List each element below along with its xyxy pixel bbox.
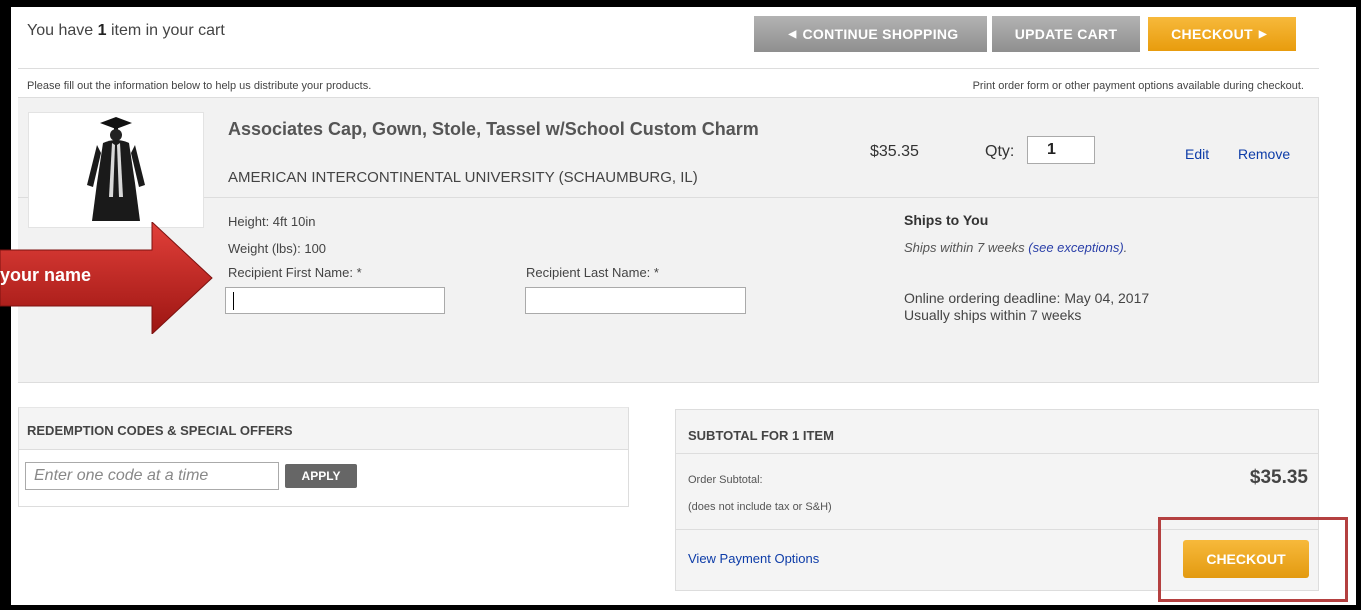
remove-link[interactable]: Remove xyxy=(1238,146,1290,162)
redemption-panel: REDEMPTION CODES & SPECIAL OFFERS Enter … xyxy=(18,407,629,507)
product-title: Associates Cap, Gown, Stole, Tassel w/Sc… xyxy=(228,119,759,139)
apply-button[interactable]: APPLY xyxy=(285,464,357,488)
subtotal-amount: $35.35 xyxy=(1249,467,1308,488)
triangle-left-icon: ◀ xyxy=(788,28,797,40)
last-name-label: Recipient Last Name: * xyxy=(526,265,659,280)
redemption-title: REDEMPTION CODES & SPECIAL OFFERS xyxy=(19,408,628,450)
order-subtotal-label: Order Subtotal: xyxy=(688,474,763,486)
tax-note: (does not include tax or S&H) xyxy=(688,501,832,513)
info-right-text: Print order form or other payment option… xyxy=(972,80,1304,92)
item-price: $35.35 xyxy=(870,143,919,160)
checkout-highlight-box xyxy=(1158,517,1348,602)
triangle-right-icon: ▶ xyxy=(1258,28,1267,40)
checkout-button-top[interactable]: CHECKOUT ▶ xyxy=(1147,16,1297,52)
frame-top-border xyxy=(0,0,1361,7)
view-payment-options-link[interactable]: View Payment Options xyxy=(688,551,819,566)
cart-title: You have 1 item in your cart xyxy=(27,22,225,40)
info-left-text: Please fill out the information below to… xyxy=(27,80,372,92)
weight-spec: Weight (lbs): 100 xyxy=(228,241,327,256)
qty-label: Qty: xyxy=(985,143,1015,160)
graduation-gown-icon xyxy=(87,117,145,221)
callout-label: your name xyxy=(0,265,92,285)
cart-item-count: 1 xyxy=(97,22,107,39)
redemption-code-input[interactable]: Enter one code at a time xyxy=(25,462,279,490)
continue-shopping-label: CONTINUE SHOPPING xyxy=(802,26,959,42)
usually-ships-text: Usually ships within 7 weeks xyxy=(904,307,1082,323)
ships-within: Ships within 7 weeks (see exceptions). xyxy=(904,240,1127,255)
deadline-text: Online ordering deadline: May 04, 2017 xyxy=(904,290,1150,306)
cart-title-suffix: item in your cart xyxy=(106,22,225,39)
height-spec: Height: 4ft 10in xyxy=(228,214,316,229)
frame-right-border xyxy=(1356,0,1361,610)
checkout-top-label: CHECKOUT xyxy=(1171,26,1253,42)
info-bar: Please fill out the information below to… xyxy=(18,68,1319,98)
last-name-input[interactable] xyxy=(525,287,746,314)
update-cart-button[interactable]: UPDATE CART xyxy=(992,16,1140,52)
continue-shopping-button[interactable]: ◀ CONTINUE SHOPPING xyxy=(754,16,987,52)
ships-title: Ships to You xyxy=(904,212,989,228)
frame-bottom-border xyxy=(0,605,1361,610)
see-exceptions-link[interactable]: (see exceptions) xyxy=(1028,240,1123,255)
ships-within-text: Ships within 7 weeks xyxy=(904,240,1029,255)
product-thumbnail xyxy=(28,112,204,228)
subtotal-title: SUBTOTAL FOR 1 ITEM xyxy=(676,410,1318,454)
qty-input[interactable]: 1 xyxy=(1027,136,1095,164)
cart-title-prefix: You have xyxy=(27,22,98,39)
text-cursor xyxy=(233,292,234,310)
first-name-input[interactable] xyxy=(225,287,445,314)
edit-link[interactable]: Edit xyxy=(1185,146,1209,162)
ships-within-suffix: . xyxy=(1123,240,1128,255)
first-name-label: Recipient First Name: * xyxy=(228,265,362,280)
ordering-deadline: Online ordering deadline: May 04, 2017 U… xyxy=(904,290,1149,324)
update-cart-label: UPDATE CART xyxy=(1014,26,1118,42)
school-name: AMERICAN INTERCONTINENTAL UNIVERSITY (SC… xyxy=(228,169,698,186)
